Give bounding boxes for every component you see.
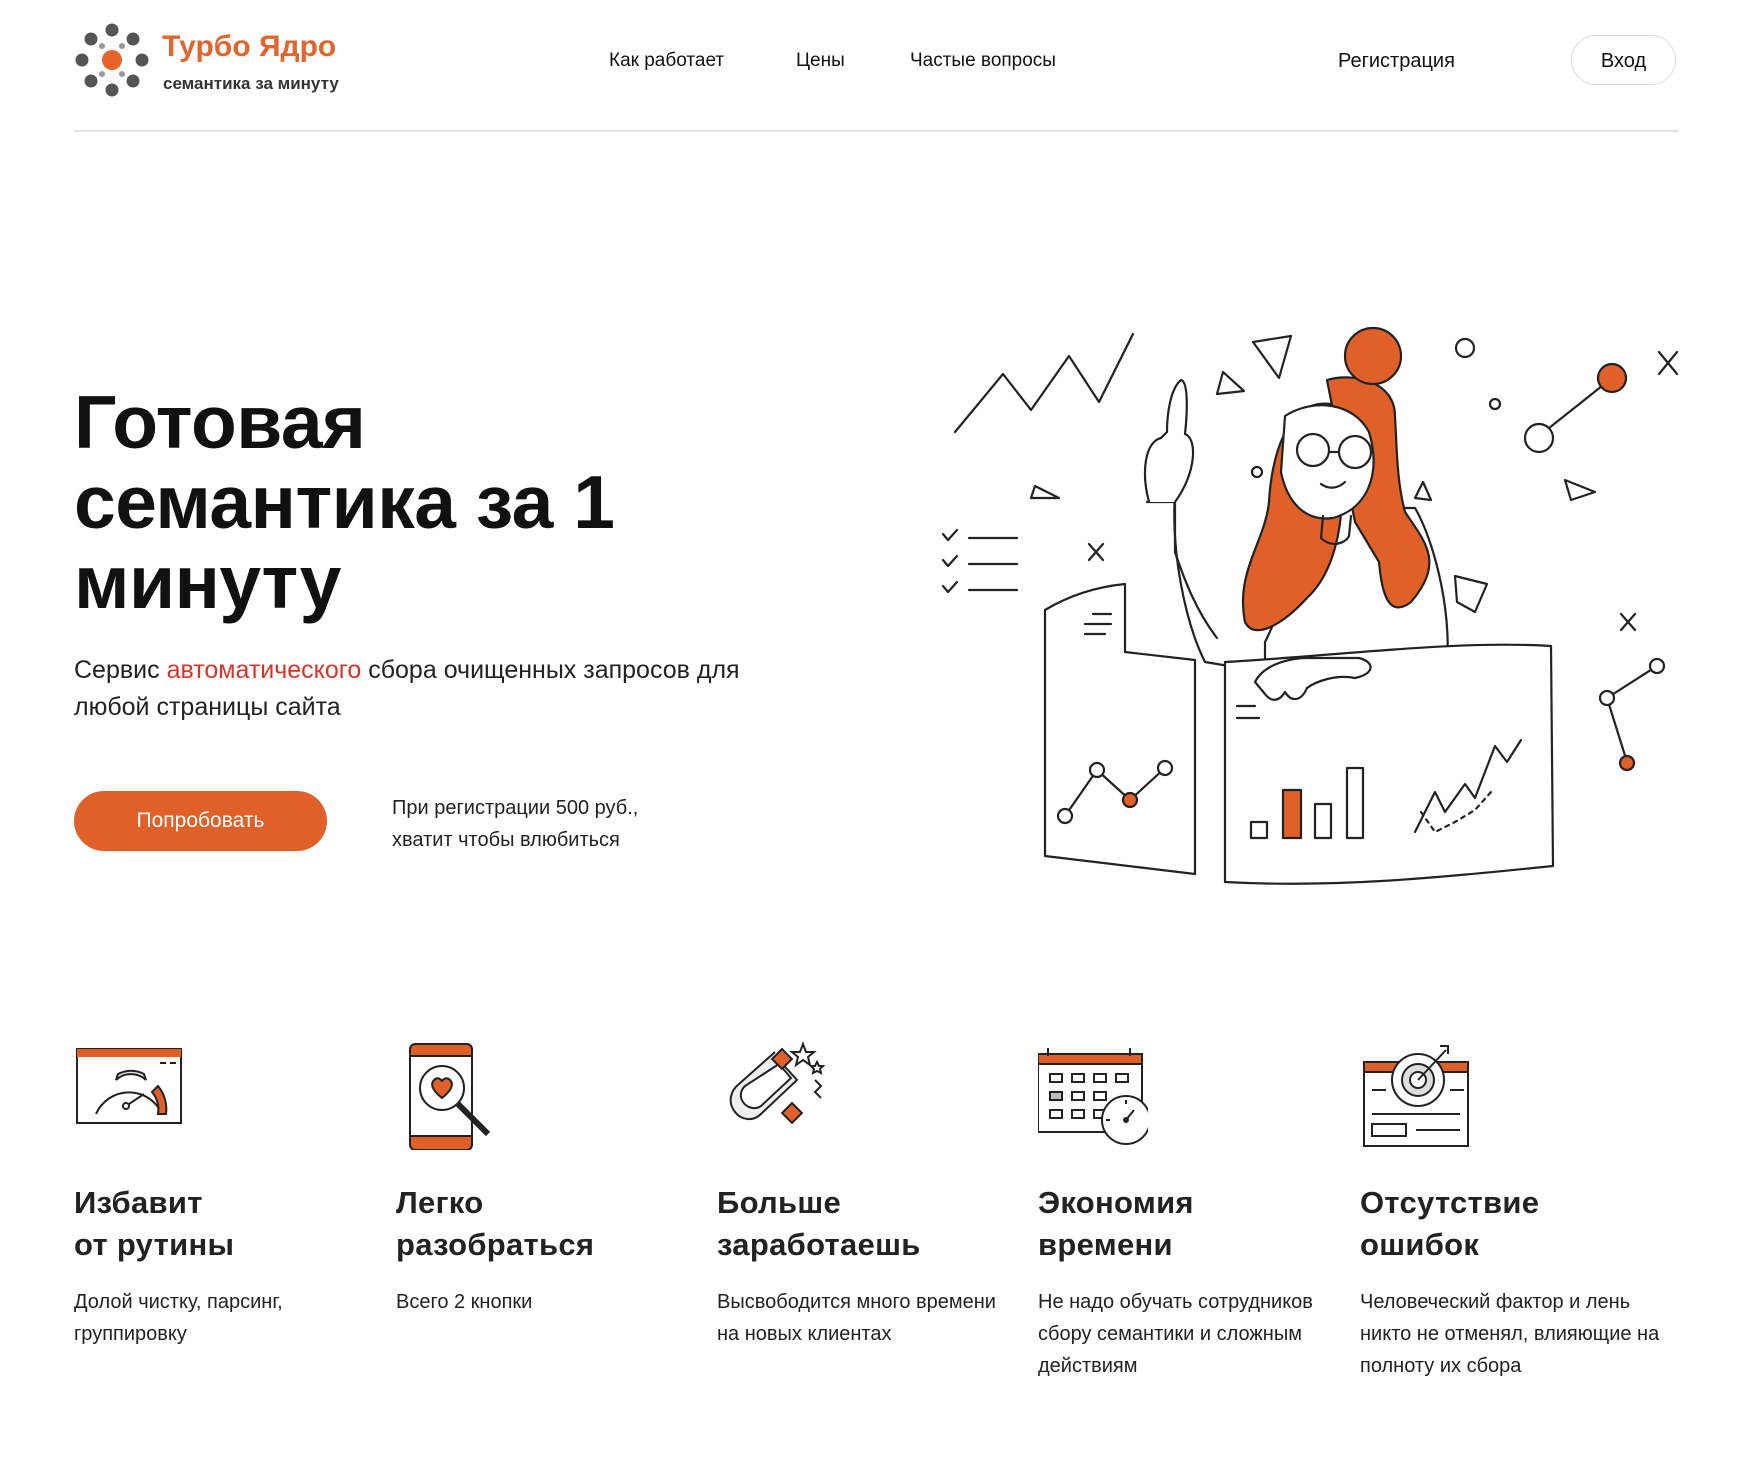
registration-note: При регистрации 500 руб., хватит чтобы в… — [392, 792, 722, 856]
logo[interactable]: Турбо Ядро семантика за минуту — [74, 22, 374, 102]
feature-title: Избавит от рутины — [74, 1182, 374, 1266]
login-button[interactable]: Вход — [1571, 35, 1676, 85]
speedometer-icon — [76, 1048, 182, 1124]
calendar-clock-icon — [1038, 1048, 1148, 1145]
feature-title-line: Отсутствие — [1360, 1185, 1540, 1220]
hero-title-line-2: семантика за 1 — [74, 460, 615, 544]
hero-subtitle: Сервис автоматического сбора очищенных з… — [74, 652, 814, 726]
site-header: Турбо Ядро семантика за минуту Как работ… — [74, 0, 1679, 132]
feature-title-line: от рутины — [74, 1227, 235, 1262]
feature-title-line: Избавит — [74, 1185, 203, 1220]
nav-faq[interactable]: Частые вопросы — [910, 50, 1056, 72]
feature-title: Больше заработаешь — [717, 1182, 1017, 1266]
feature-title-line: заработаешь — [717, 1227, 921, 1262]
try-button[interactable]: Попробовать — [74, 791, 327, 851]
hero-title-line-3: минуту — [74, 540, 341, 624]
registration-note-line-2: хватит чтобы влюбиться — [392, 829, 620, 851]
feature-text: Не надо обучать сотрудников сбору семант… — [1038, 1291, 1313, 1377]
registration-note-line-1: При регистрации 500 руб., — [392, 797, 639, 819]
feature-title-line: ошибок — [1360, 1227, 1480, 1262]
nav-prices[interactable]: Цены — [796, 50, 845, 72]
feature-title: Экономия времени — [1038, 1182, 1338, 1266]
logo-dots-icon — [75, 23, 149, 97]
hero-subtitle-accent: автоматического — [166, 656, 362, 684]
feature-title: Легко разобраться — [396, 1182, 696, 1266]
feature-title-line: Легко — [396, 1185, 484, 1220]
logo-title: Турбо Ядро — [162, 30, 337, 63]
feature-text: Долой чистку, парсинг, группировку — [74, 1291, 283, 1345]
feature-title: Отсутствие ошибок — [1360, 1182, 1660, 1266]
magnet-icon — [729, 1041, 826, 1125]
logo-subtitle: семантика за минуту — [163, 74, 339, 93]
target-icon — [1363, 1045, 1469, 1147]
feature-text: Человеческий фактор и лень никто не отме… — [1360, 1291, 1660, 1377]
feature-title-line: Экономия — [1038, 1185, 1194, 1220]
feature-text: Всего 2 кнопки — [396, 1291, 533, 1313]
hero-illustration — [941, 326, 1679, 885]
feature-title-line: времени — [1038, 1227, 1173, 1262]
nav-how-it-works[interactable]: Как работает — [609, 50, 724, 72]
hero-title-line-1: Готовая — [74, 380, 366, 464]
feature-title-line: Больше — [717, 1185, 842, 1220]
feature-title-line: разобраться — [396, 1227, 595, 1262]
hero-subtitle-start: Сервис — [74, 656, 167, 684]
zigzag-decoration — [953, 332, 1135, 434]
feature-text: Высвободится много времени на новых клие… — [717, 1291, 996, 1345]
register-link[interactable]: Регистрация — [1338, 50, 1455, 73]
phone-search-icon — [409, 1043, 491, 1150]
hero-title: Готовая семантика за 1 минуту — [74, 382, 774, 622]
